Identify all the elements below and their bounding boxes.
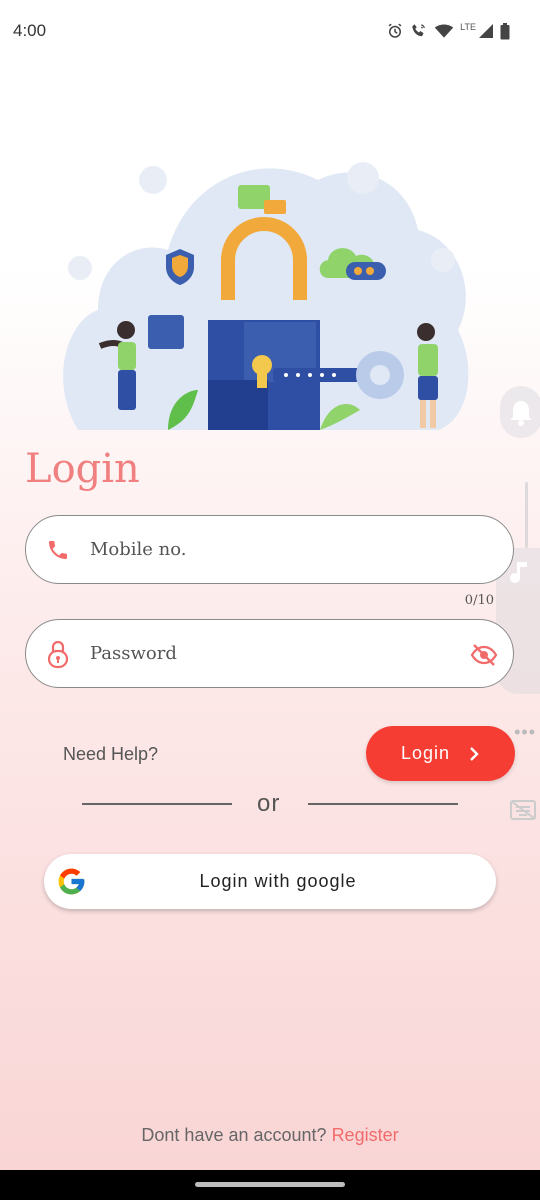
google-login-button[interactable]: Login with google — [44, 854, 496, 909]
network-label: LTE — [460, 22, 476, 32]
divider-left — [82, 803, 232, 805]
keyboard-hide-icon[interactable] — [508, 798, 538, 824]
password-input[interactable] — [90, 643, 430, 664]
notification-bubble[interactable] — [500, 386, 540, 438]
status-icons: LTE — [386, 22, 510, 40]
lock-icon — [44, 640, 72, 668]
status-time: 4:00 — [13, 21, 47, 40]
google-icon — [58, 868, 85, 895]
wifi-call-icon — [412, 24, 426, 37]
wifi-icon — [434, 24, 454, 38]
divider-text: or — [257, 790, 281, 817]
register-row: Dont have an account? Register — [0, 1125, 540, 1146]
phone-icon — [44, 536, 72, 564]
security-illustration — [63, 162, 469, 430]
home-gesture-handle[interactable] — [195, 1182, 345, 1187]
divider-right — [308, 803, 458, 805]
alarm-icon — [388, 23, 402, 38]
page-title: Login — [25, 446, 140, 492]
more-dots-icon[interactable]: ••• — [514, 722, 536, 743]
eye-off-icon[interactable] — [469, 640, 499, 670]
side-scroll-line — [525, 482, 528, 548]
system-nav-bar — [0, 1170, 540, 1200]
password-field[interactable] — [25, 619, 514, 688]
mobile-counter: 0/10 — [464, 593, 494, 608]
mobile-field[interactable] — [25, 515, 514, 584]
bell-icon — [510, 401, 532, 426]
chevron-right-icon — [470, 746, 479, 761]
signal-icon — [479, 24, 493, 38]
login-button-label: Login — [400, 743, 451, 763]
need-help-link[interactable]: Need Help? — [63, 744, 158, 765]
login-button[interactable]: Login — [366, 726, 515, 781]
google-button-label: Login with google — [199, 871, 357, 891]
register-link[interactable]: Register — [332, 1125, 399, 1145]
register-prompt: Dont have an account? — [141, 1125, 327, 1145]
mobile-input[interactable] — [90, 539, 430, 560]
status-bar: 4:00 LTE — [0, 0, 540, 62]
battery-icon — [500, 22, 510, 39]
